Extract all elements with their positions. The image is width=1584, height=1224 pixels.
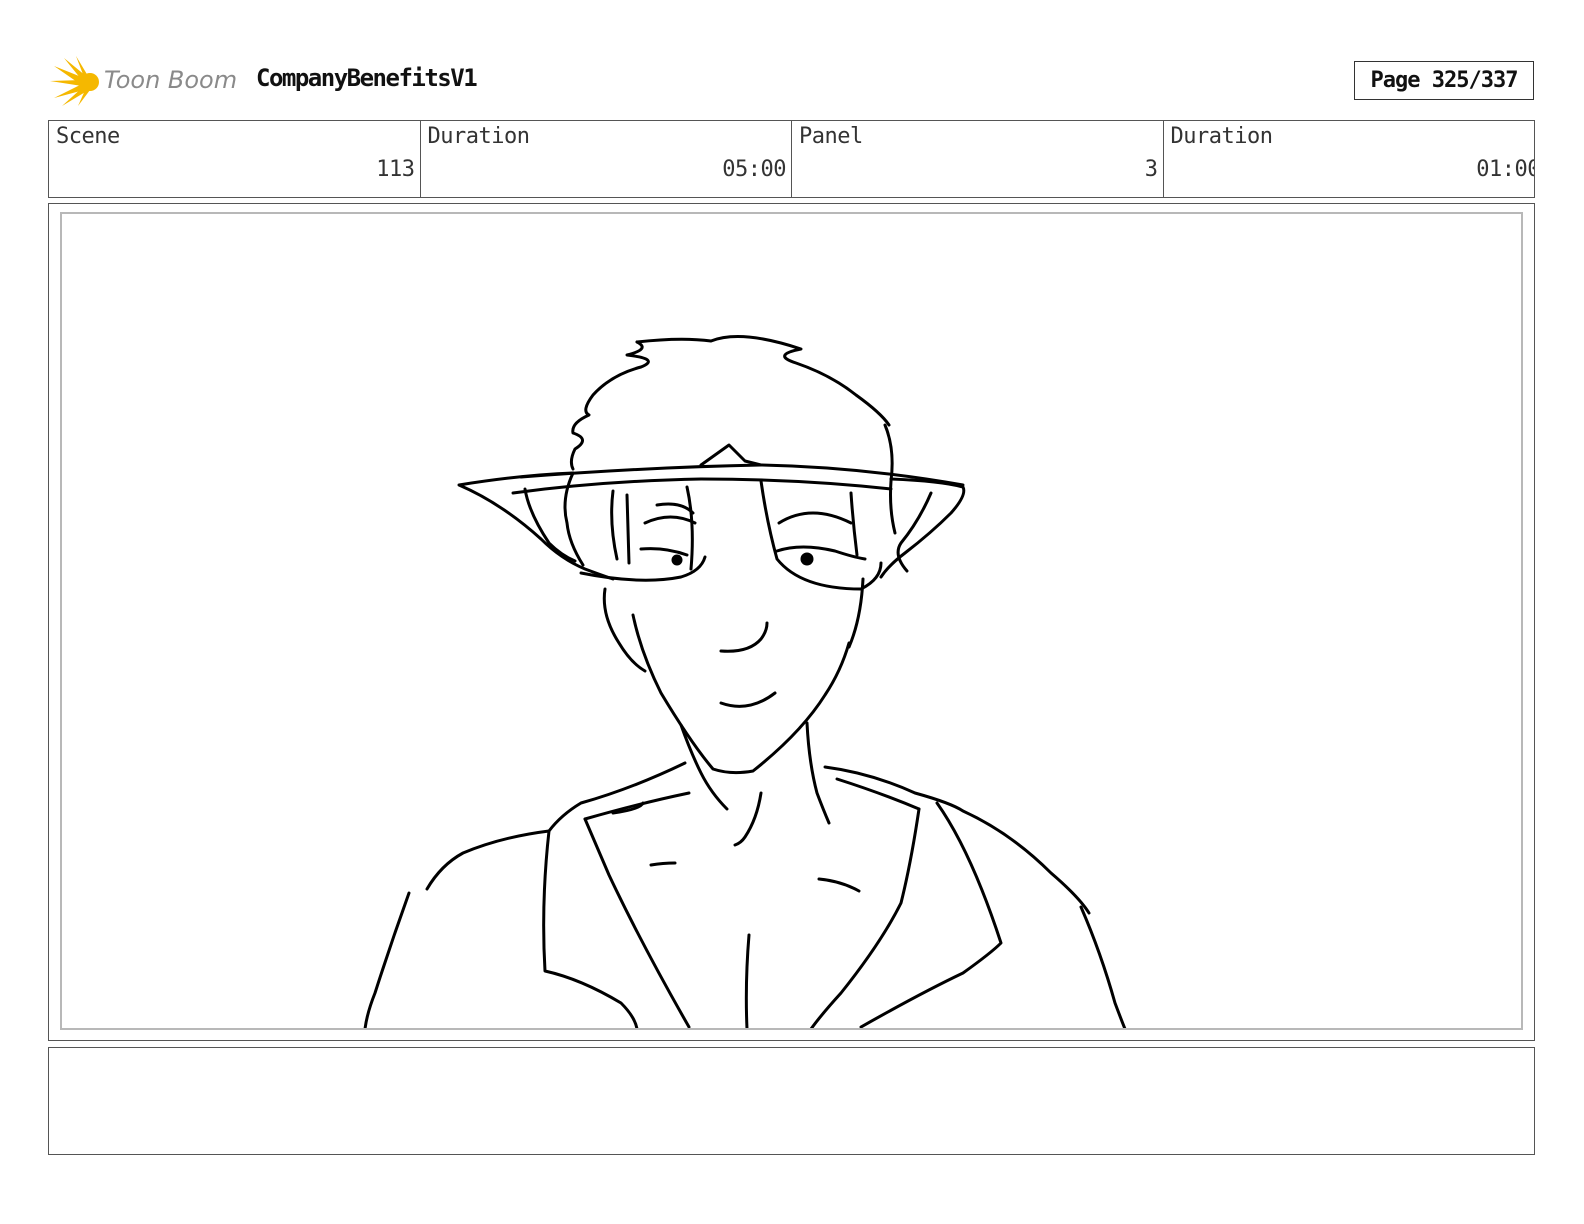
toon-boom-logo: Toon Boom: [50, 54, 250, 108]
eye-left-stroke: [639, 547, 689, 557]
collar-stroke: [542, 829, 639, 1028]
panel-duration-value: 01:00: [1476, 157, 1534, 182]
face-outline-stroke: [602, 587, 647, 673]
scene-info-table: Scene 113 Duration 05:00 Panel 3 Duratio…: [48, 120, 1535, 198]
panel-duration-label: Duration: [1170, 124, 1273, 149]
chest-stroke: [817, 877, 861, 893]
dialogue-notes-box: [48, 1047, 1535, 1155]
hair-stroke: [699, 443, 763, 467]
collar-stroke: [859, 801, 1003, 1028]
neck-stroke: [805, 721, 831, 825]
logo-text: Toon Boom: [104, 66, 238, 94]
storyboard-panel-frame: [48, 203, 1535, 1041]
panel-value: 3: [1144, 157, 1158, 182]
panel-duration-cell: Duration 01:00: [1164, 121, 1535, 197]
body-outline-stroke: [363, 891, 411, 1028]
nose-stroke: [719, 621, 769, 653]
chest-stroke: [744, 933, 751, 1028]
headband-stroke: [519, 463, 965, 487]
bangs-stroke: [759, 479, 883, 591]
hair-stroke: [569, 340, 650, 471]
page-indicator: Page 325/337: [1354, 61, 1534, 100]
pupil-right: [800, 552, 814, 566]
scene-cell: Scene 113: [49, 121, 421, 197]
bangs-stroke: [685, 485, 694, 571]
shoulder-stroke: [425, 761, 687, 891]
eye-right-stroke: [777, 511, 853, 525]
collar-stroke: [835, 777, 921, 811]
scene-duration-cell: Duration 05:00: [421, 121, 792, 197]
scene-duration-label: Duration: [427, 124, 530, 149]
pupil-left: [671, 554, 683, 566]
eye-right-stroke: [775, 545, 867, 561]
character-sketch: [363, 335, 1127, 1028]
sun-burst-icon: [50, 56, 99, 106]
mouth-stroke: [719, 691, 777, 708]
panel-cell: Panel 3: [792, 121, 1164, 197]
eye-left-stroke: [655, 502, 695, 515]
chest-stroke: [649, 861, 677, 867]
scene-value: 113: [376, 157, 415, 182]
panel-label: Panel: [799, 124, 863, 149]
scene-label: Scene: [56, 124, 120, 149]
eye-left-stroke: [643, 515, 697, 525]
headband-stroke: [579, 555, 707, 582]
ear-right-stroke: [896, 491, 933, 573]
face-outline-stroke: [631, 613, 851, 775]
neck-stroke: [733, 791, 763, 847]
body-outline-stroke: [1079, 905, 1127, 1028]
scene-duration-value: 05:00: [722, 157, 786, 182]
bangs-stroke: [610, 489, 619, 561]
collar-stroke: [809, 807, 921, 1028]
hair-stroke: [635, 335, 891, 427]
project-title: CompanyBenefitsV1: [256, 64, 478, 92]
storyboard-panel-image: [60, 212, 1523, 1030]
bangs-stroke: [625, 493, 631, 565]
collar-stroke: [583, 817, 691, 1028]
